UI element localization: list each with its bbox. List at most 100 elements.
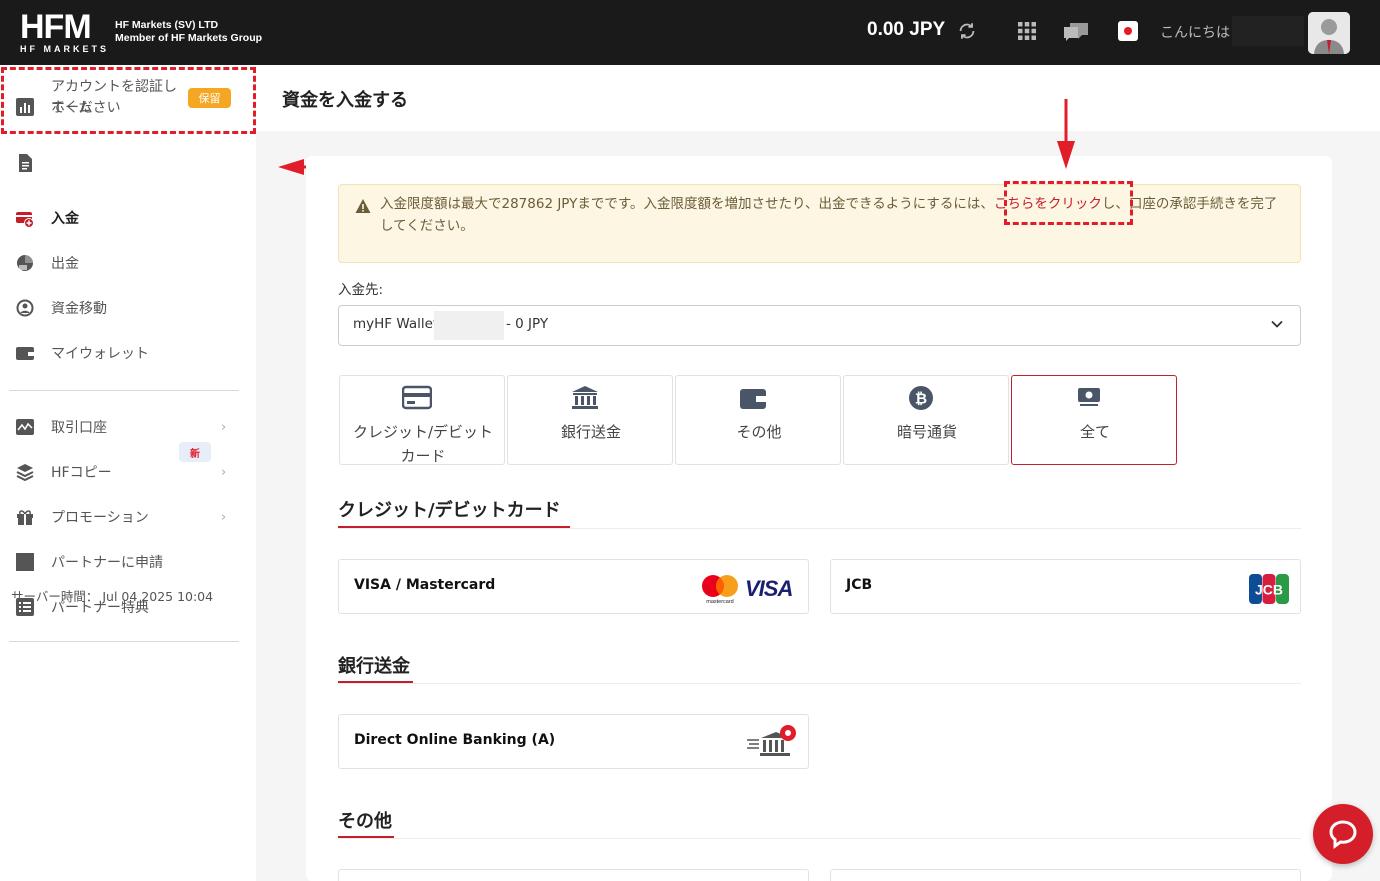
chat-bubbles-icon[interactable] — [1062, 21, 1090, 43]
payment-option-jcb[interactable] — [830, 559, 1301, 614]
sidebar-item-wallet[interactable]: マイウォレット — [0, 335, 256, 371]
section-divider — [338, 683, 1301, 684]
alert-message: 入金限度額は最大で287862 JPYまでです。入金限度額を増加させたり、出金で… — [380, 193, 1290, 237]
company-info: HF Markets (SV) LTD Member of HF Markets… — [115, 19, 262, 45]
bitcoin-icon: ₿ — [909, 386, 933, 410]
tab-other[interactable]: その他 — [675, 375, 841, 465]
annotation-highlight-link — [1004, 181, 1133, 225]
tab-crypto[interactable]: ₿ 暗号通貨 — [843, 375, 1009, 465]
new-badge: 新 — [179, 442, 211, 462]
mastercard-wordmark: mastercard — [706, 599, 734, 605]
svg-text:₿: ₿ — [915, 390, 927, 408]
sidebar-divider — [9, 390, 239, 391]
sidebar-item-label: HFコピー — [51, 465, 112, 481]
visa-logo-icon: VISA — [745, 576, 793, 601]
mastercard-logo-icon: mastercard — [702, 575, 738, 605]
avatar-silhouette-icon — [1308, 12, 1350, 54]
section-title-cards: クレジット/デビットカード — [338, 500, 561, 521]
section-underline — [338, 836, 394, 838]
jcb-wordmark: JCB — [1255, 582, 1283, 598]
section-divider — [338, 528, 1301, 529]
wallet-select-balance: - 0 JPY — [506, 316, 549, 332]
top-header: HFM HF MARKETS HF Markets (SV) LTD Membe… — [0, 0, 1380, 65]
greeting-text: こんにちは — [1160, 25, 1230, 41]
tab-label: 暗号通貨 — [896, 423, 957, 441]
sidebar-item-verify-account[interactable]: アカウントを認証してください — [51, 77, 186, 119]
chevron-down-icon — [1271, 320, 1283, 328]
alert-text-part1: 入金限度額は最大で287862 JPYまでです。入金限度額を増加させたり、出金で… — [380, 196, 994, 212]
japan-flag-icon[interactable] — [1118, 21, 1138, 41]
payment-option-other-2[interactable] — [830, 869, 1301, 881]
sidebar-item-label: 取引口座 — [51, 420, 107, 436]
withdraw-icon — [17, 255, 33, 271]
tab-all[interactable]: 全て — [1011, 375, 1177, 465]
trading-chart-icon — [16, 419, 34, 435]
wallet-icon — [740, 389, 766, 409]
logo-main-text: HFM — [20, 8, 92, 46]
status-badge-pending: 保留 — [188, 88, 231, 108]
tab-label: クレジット/デビットカード — [352, 423, 494, 465]
warning-icon — [355, 199, 371, 213]
sidebar-item-promotions[interactable]: プロモーション › — [0, 499, 256, 535]
sidebar-item-withdraw[interactable]: 出金 — [0, 245, 256, 281]
deposit-destination-label: 入金先: — [338, 282, 384, 298]
section-divider — [338, 838, 1301, 839]
apps-grid-icon[interactable] — [1018, 22, 1036, 40]
payment-option-label: JCB — [846, 577, 873, 593]
refresh-icon[interactable] — [956, 20, 978, 42]
cash-icon — [1078, 388, 1100, 406]
sidebar-item-label: パートナーに申請 — [51, 555, 163, 571]
sidebar-item-trading-accounts[interactable]: 取引口座 › — [0, 409, 256, 445]
sidebar-item-label: プロモーション — [51, 510, 149, 526]
credit-card-icon — [402, 385, 432, 410]
hfm-logo[interactable]: HFM HF MARKETS — [20, 10, 110, 54]
tab-credit-debit[interactable]: クレジット/デビットカード — [339, 375, 505, 465]
wallet-id-redacted — [434, 311, 504, 340]
tab-label: 全て — [1079, 423, 1110, 441]
layers-icon — [16, 464, 34, 481]
payment-option-other-1[interactable] — [338, 869, 809, 881]
tab-label: その他 — [736, 423, 782, 441]
payment-option-label: Direct Online Banking (A) — [354, 732, 556, 748]
transfer-icon — [16, 299, 34, 317]
sidebar-item-deposit[interactable]: 入金 — [0, 200, 256, 236]
user-avatar[interactable] — [1308, 12, 1350, 54]
sidebar-item-hf-copy[interactable]: HFコピー › — [0, 454, 256, 490]
jcb-logo-icon: JCB — [1249, 574, 1289, 604]
page-title-bar — [256, 65, 1380, 131]
chat-icon — [1329, 820, 1357, 849]
server-time: サーバー時間： Jul 04 2025 10:04 — [11, 589, 214, 604]
section-underline — [338, 681, 413, 683]
page-title: 資金を入金する — [282, 90, 408, 111]
partner-icon — [16, 553, 34, 571]
sidebar-item-transfer[interactable]: 資金移動 — [0, 290, 256, 326]
tab-bank-transfer[interactable]: 銀行送金 — [507, 375, 673, 465]
chevron-right-icon: › — [221, 464, 227, 480]
balance-display: 0.00 JPY — [867, 19, 946, 40]
company-line-1: HF Markets (SV) LTD — [115, 19, 219, 31]
document-icon — [19, 154, 32, 172]
logo-sub-text: HF MARKETS — [20, 44, 109, 54]
wallet-select-prefix: myHF Wallet: — [353, 316, 443, 332]
wallet-icon — [16, 347, 34, 360]
username-redacted — [1232, 16, 1304, 46]
section-title-bank: 銀行送金 — [338, 656, 410, 677]
sidebar-item-label: 資金移動 — [51, 301, 107, 317]
company-line-2: Member of HF Markets Group — [115, 32, 263, 44]
deposit-icon — [16, 212, 34, 227]
section-title-other: その他 — [338, 811, 392, 832]
sidebar-item-label: 出金 — [51, 256, 79, 272]
tab-label: 銀行送金 — [560, 423, 621, 441]
section-underline — [338, 526, 570, 528]
sidebar-item-label: マイウォレット — [51, 346, 149, 362]
bank-icon — [572, 386, 598, 409]
live-chat-button[interactable] — [1313, 804, 1373, 864]
gift-icon — [17, 510, 33, 525]
online-bank-icon — [747, 725, 796, 756]
chevron-right-icon: › — [221, 509, 227, 525]
chevron-right-icon: › — [221, 419, 227, 435]
payment-option-label: VISA / Mastercard — [354, 577, 496, 593]
sidebar-item-label: 入金 — [51, 211, 79, 227]
sidebar-item-partner-apply[interactable]: パートナーに申請 — [0, 544, 256, 580]
sidebar-divider — [9, 641, 239, 642]
